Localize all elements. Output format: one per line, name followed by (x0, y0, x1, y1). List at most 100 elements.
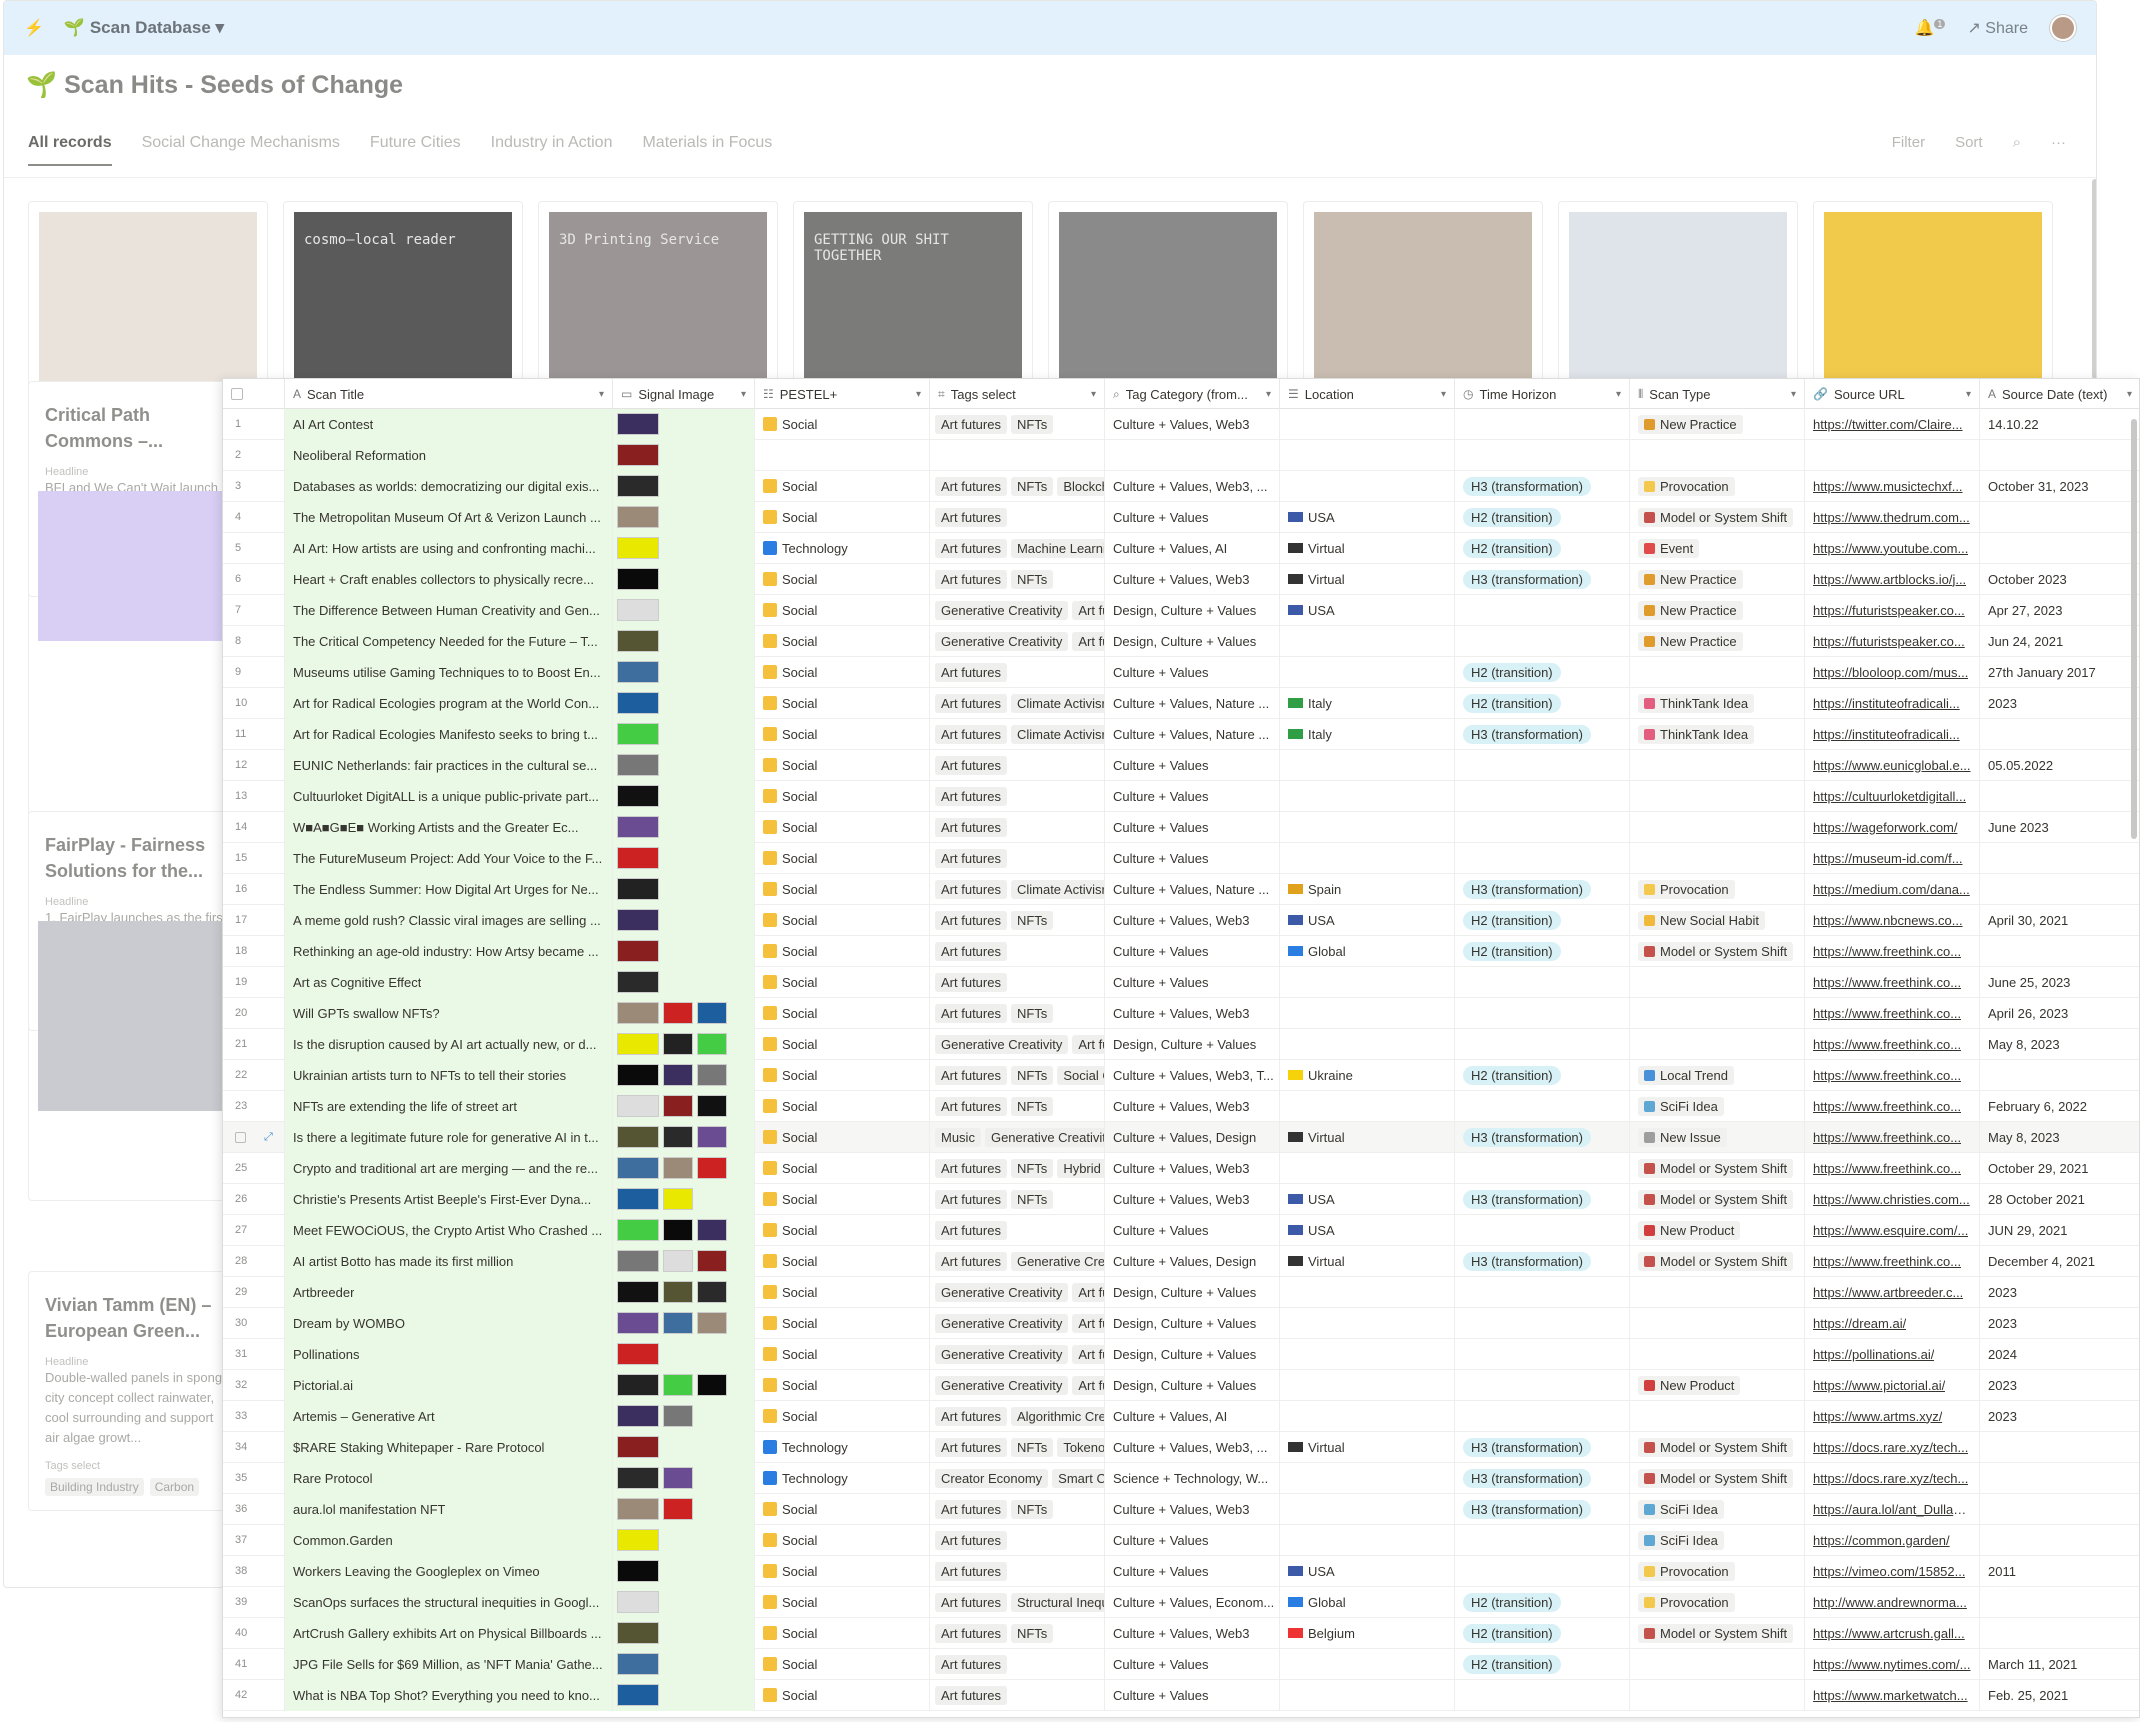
scan-type-cell[interactable]: Provocation (1630, 873, 1805, 905)
table-row[interactable]: 4 The Metropolitan Museum Of Art & Verizo… (223, 501, 2139, 533)
url-cell[interactable]: https://www.freethink.co... (1805, 935, 1980, 967)
scan-type-cell[interactable]: New Practice (1630, 408, 1805, 440)
horizon-cell[interactable] (1455, 1214, 1630, 1246)
title-cell[interactable]: Common.Garden (285, 1524, 613, 1556)
location-cell[interactable] (1280, 1338, 1455, 1370)
date-cell[interactable] (1980, 1432, 2139, 1463)
location-cell[interactable] (1280, 408, 1455, 440)
horizon-cell[interactable] (1455, 1524, 1630, 1556)
date-cell[interactable] (1980, 781, 2139, 812)
category-cell[interactable]: Culture + Values, Econom... (1105, 1586, 1280, 1618)
horizon-cell[interactable] (1455, 1090, 1630, 1122)
tags-cell[interactable]: Generative CreativityArt fu (930, 1338, 1105, 1370)
tab-materials[interactable]: Materials in Focus (642, 134, 772, 166)
url-cell[interactable]: https://instituteofradicali... (1805, 718, 1980, 750)
tags-cell[interactable]: Art futures NFTs (930, 563, 1105, 595)
horizon-cell[interactable]: H2 (transition) (1455, 532, 1630, 564)
source-url-link[interactable]: https://dream.ai/ (1813, 1316, 1906, 1331)
date-cell[interactable] (1980, 1618, 2139, 1649)
date-cell[interactable]: December 4, 2021 (1980, 1246, 2139, 1277)
image-cell[interactable] (613, 873, 755, 905)
source-url-link[interactable]: https://wageforwork.com/ (1813, 820, 1958, 835)
scan-type-cell[interactable] (1630, 811, 1805, 843)
pestel-cell[interactable]: Social (755, 1555, 930, 1587)
date-cell[interactable]: 14.10.22 (1980, 409, 2139, 440)
tags-cell[interactable]: Generative CreativityArt fu (930, 1276, 1105, 1308)
url-cell[interactable]: https://medium.com/dana... (1805, 873, 1980, 905)
image-cell[interactable] (613, 997, 755, 1029)
title-cell[interactable]: AI artist Botto has made its first milli… (285, 1245, 613, 1277)
category-cell[interactable]: Culture + Values (1105, 811, 1280, 843)
title-cell[interactable]: Neoliberal Reformation (285, 439, 613, 471)
date-cell[interactable]: October 31, 2023 (1980, 471, 2139, 502)
horizon-cell[interactable] (1455, 439, 1630, 471)
scan-type-cell[interactable] (1630, 1307, 1805, 1339)
image-cell[interactable] (613, 1090, 755, 1122)
location-cell[interactable] (1280, 749, 1455, 781)
url-cell[interactable] (1805, 439, 1980, 471)
source-url-link[interactable]: https://docs.rare.xyz/tech... (1813, 1471, 1968, 1486)
category-cell[interactable]: Culture + Values (1105, 1524, 1280, 1556)
location-cell[interactable] (1280, 811, 1455, 843)
horizon-cell[interactable] (1455, 997, 1630, 1029)
url-cell[interactable]: https://www.thedrum.com... (1805, 501, 1980, 533)
source-url-link[interactable]: http://www.andrewnorma... (1813, 1595, 1967, 1610)
date-cell[interactable] (1980, 1463, 2139, 1494)
url-cell[interactable]: https://www.youtube.com... (1805, 532, 1980, 564)
category-cell[interactable]: Culture + Values, Design (1105, 1245, 1280, 1277)
horizon-cell[interactable]: H3 (transformation) (1455, 873, 1630, 905)
category-cell[interactable]: Culture + Values, Web3 (1105, 408, 1280, 440)
tags-cell[interactable]: Art futures (930, 1524, 1105, 1556)
title-cell[interactable]: Heart + Craft enables collectors to phys… (285, 563, 613, 595)
scan-type-cell[interactable]: Provocation (1630, 1555, 1805, 1587)
title-cell[interactable]: Ukrainian artists turn to NFTs to tell t… (285, 1059, 613, 1091)
horizon-cell[interactable] (1455, 1369, 1630, 1401)
pestel-cell[interactable]: Social (755, 1090, 930, 1122)
scan-type-cell[interactable] (1630, 1648, 1805, 1680)
column-header[interactable]: ☰ Location ▾ (1280, 379, 1455, 409)
scan-type-cell[interactable]: Provocation (1630, 470, 1805, 502)
location-cell[interactable]: Virtual (1280, 1431, 1455, 1463)
date-cell[interactable]: 2023 (1980, 1370, 2139, 1401)
horizon-cell[interactable]: H2 (transition) (1455, 1648, 1630, 1680)
location-cell[interactable] (1280, 1524, 1455, 1556)
category-cell[interactable]: Culture + Values, AI (1105, 532, 1280, 564)
scan-type-cell[interactable]: SciFi Idea (1630, 1493, 1805, 1525)
pestel-cell[interactable]: Social (755, 904, 930, 936)
url-cell[interactable]: https://instituteofradicali... (1805, 687, 1980, 719)
category-cell[interactable]: Design, Culture + Values (1105, 594, 1280, 626)
tags-cell[interactable]: Art futures (930, 780, 1105, 812)
title-cell[interactable]: Is the disruption caused by AI art actua… (285, 1028, 613, 1060)
category-cell[interactable]: Culture + Values, Web3 (1105, 904, 1280, 936)
source-url-link[interactable]: https://www.thedrum.com... (1813, 510, 1970, 525)
tags-cell[interactable] (930, 439, 1105, 471)
scan-type-cell[interactable]: New Practice (1630, 625, 1805, 657)
table-row[interactable]: 8 The Critical Competency Needed for the … (223, 625, 2139, 657)
category-cell[interactable]: Culture + Values, Web3 (1105, 1183, 1280, 1215)
table-row[interactable]: 39 ScanOps surfaces the structural inequi… (223, 1586, 2139, 1618)
table-row[interactable]: 3 Databases as worlds: democratizing our … (223, 470, 2139, 502)
scan-type-cell[interactable]: Provocation (1630, 1586, 1805, 1618)
pestel-cell[interactable]: Social (755, 780, 930, 812)
category-cell[interactable]: Culture + Values, AI (1105, 1400, 1280, 1432)
title-cell[interactable]: Art for Radical Ecologies Manifesto seek… (285, 718, 613, 750)
date-cell[interactable]: May 8, 2023 (1980, 1122, 2139, 1153)
tags-cell[interactable]: Art futures Structural Inequ (930, 1586, 1105, 1618)
date-cell[interactable]: October 2023 (1980, 564, 2139, 595)
date-cell[interactable] (1980, 874, 2139, 905)
bell-icon[interactable]: 🔔 1 (1915, 18, 1946, 38)
image-cell[interactable] (613, 1431, 755, 1463)
category-cell[interactable]: Culture + Values (1105, 935, 1280, 967)
horizon-cell[interactable]: H3 (transformation) (1455, 718, 1630, 750)
scan-type-cell[interactable]: SciFi Idea (1630, 1524, 1805, 1556)
title-cell[interactable]: JPG File Sells for $69 Million, as 'NFT … (285, 1648, 613, 1680)
scan-type-cell[interactable] (1630, 966, 1805, 998)
avatar[interactable] (2050, 15, 2076, 41)
tags-cell[interactable]: Art futures (930, 842, 1105, 874)
tags-cell[interactable]: Art futures Algorithmic Cre (930, 1400, 1105, 1432)
image-cell[interactable] (613, 811, 755, 843)
category-cell[interactable]: Culture + Values (1105, 749, 1280, 781)
table-row[interactable]: 32 Pictorial.ai Social Generative Creativit… (223, 1369, 2139, 1401)
table-row[interactable]: 29 Artbreeder Social Generative Creativity A… (223, 1276, 2139, 1308)
image-cell[interactable] (613, 687, 755, 719)
